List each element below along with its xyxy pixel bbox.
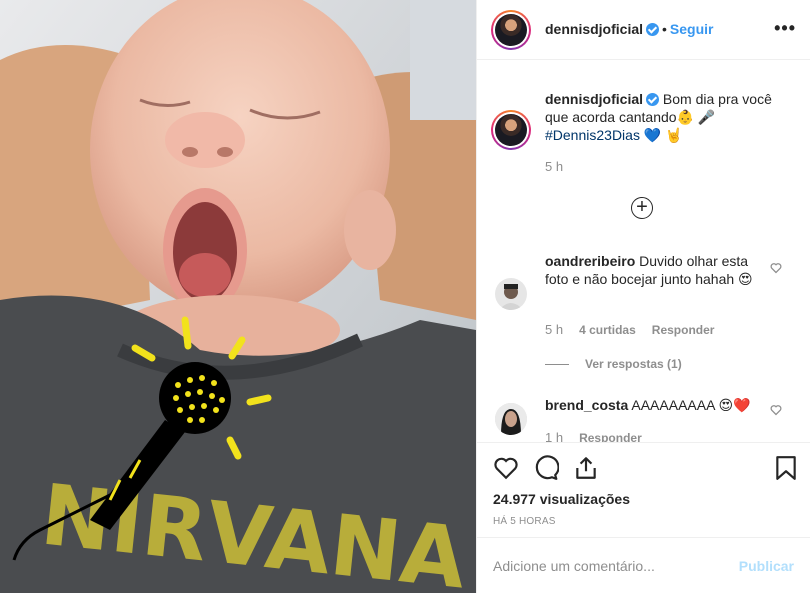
verified-badge-icon — [646, 23, 660, 36]
commenter-avatar[interactable] — [495, 278, 527, 310]
heart-icon[interactable] — [493, 455, 519, 481]
follow-button[interactable]: Seguir — [670, 21, 714, 37]
post-actions: 24.977 visualizações HÁ 5 HORAS — [477, 442, 810, 537]
comments-list[interactable]: dennisdjoficial Bom dia pra você que aco… — [477, 60, 810, 442]
baby-yawning-photo: NIRVANA — [0, 0, 476, 593]
comment-meta: 5 h 4 curtidas Responder — [545, 322, 730, 337]
plus-circle-icon[interactable]: + — [631, 197, 653, 219]
post-age[interactable]: HÁ 5 HORAS — [493, 516, 556, 527]
bookmark-icon[interactable] — [773, 455, 799, 481]
comment-item: oandreribeiro Duvido olhar esta foto e n… — [545, 252, 765, 288]
post-sidebar: dennisdjoficial • Seguir ••• dennisdjofici… — [476, 0, 810, 593]
post-photo[interactable]: NIRVANA — [0, 0, 476, 593]
comment-time[interactable]: 1 h — [545, 430, 563, 442]
post-header: dennisdjoficial • Seguir ••• — [477, 0, 810, 60]
comment-username[interactable]: oandreribeiro — [545, 253, 635, 269]
comment-icon[interactable] — [533, 455, 559, 481]
author-username[interactable]: dennisdjoficial — [545, 21, 643, 37]
comment-item: brend_costa AAAAAAAAA 😍❤️ — [545, 396, 765, 414]
publish-button[interactable]: Publicar — [739, 558, 794, 574]
comment-likes[interactable]: 4 curtidas — [579, 323, 636, 337]
comment-username[interactable]: brend_costa — [545, 397, 628, 413]
comment-input[interactable]: Adicione um comentário... — [493, 558, 655, 574]
caption-username[interactable]: dennisdjoficial — [545, 91, 643, 107]
reply-button[interactable]: Responder — [579, 431, 642, 442]
caption-hashtag[interactable]: #Dennis23Dias — [545, 127, 640, 143]
reply-button[interactable]: Responder — [652, 323, 715, 337]
heart-icon[interactable] — [770, 262, 782, 274]
more-icon[interactable]: ••• — [774, 18, 796, 39]
comment-time[interactable]: 5 h — [545, 322, 563, 337]
separator-dot: • — [662, 21, 667, 37]
comment-meta: 1 h Responder — [545, 430, 658, 442]
comment-text: AAAAAAAAA 😍❤️ — [631, 397, 751, 413]
share-icon[interactable] — [573, 455, 599, 481]
caption: dennisdjoficial Bom dia pra você que aco… — [545, 90, 781, 144]
view-replies-button[interactable]: Ver respostas (1) — [545, 357, 682, 371]
commenter-avatar[interactable] — [495, 403, 527, 435]
caption-avatar[interactable] — [491, 110, 531, 150]
caption-time[interactable]: 5 h — [545, 159, 563, 174]
heart-icon[interactable] — [770, 404, 782, 416]
author-avatar[interactable] — [491, 10, 531, 50]
views-count[interactable]: 24.977 visualizações — [493, 491, 630, 507]
view-replies-label: Ver respostas (1) — [585, 357, 682, 371]
add-comment-bar: Adicione um comentário... Publicar — [477, 537, 810, 593]
caption-emojis: 💙 🤘 — [643, 127, 683, 143]
verified-badge-icon — [646, 93, 660, 106]
